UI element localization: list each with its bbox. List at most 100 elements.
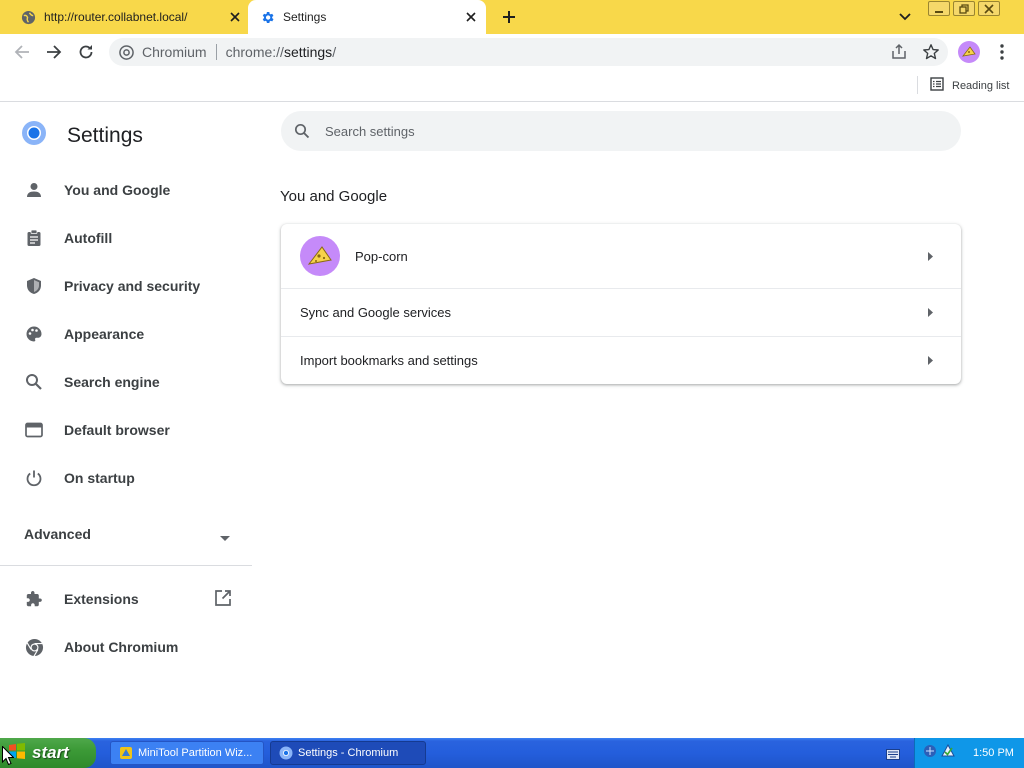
arrow-right-icon (925, 308, 935, 318)
site-label: Chromium (142, 44, 207, 60)
minitool-icon (119, 746, 133, 760)
sidebar-item-autofill[interactable]: Autofill (0, 214, 252, 262)
sidebar-item-you-and-google[interactable]: You and Google (0, 166, 252, 214)
arrow-right-icon (925, 356, 935, 366)
chromium-logo-icon (21, 120, 47, 151)
taskbar-item-label: Settings - Chromium (298, 747, 399, 759)
bookmarks-separator (917, 76, 918, 94)
reading-list-button[interactable]: Reading list (930, 77, 1009, 94)
taskbar-item-chromium[interactable]: Settings - Chromium (270, 741, 426, 765)
security-alert-icon[interactable] (941, 743, 955, 763)
bookmark-star-icon[interactable] (922, 43, 940, 64)
chromium-icon (24, 637, 44, 657)
sidebar-item-privacy-and-security[interactable]: Privacy and security (0, 262, 252, 310)
browser-icon (24, 420, 44, 440)
keyboard-icon[interactable] (886, 747, 900, 765)
taskbar: start MiniTool Partition Wiz... Settings… (0, 738, 1024, 768)
close-tab-icon[interactable] (226, 8, 244, 26)
settings-brand: Settings (21, 120, 143, 151)
palette-icon (24, 324, 44, 344)
you-and-google-card: Pop-corn Sync and Google services Import… (281, 224, 961, 384)
window-controls (928, 1, 1000, 16)
import-row[interactable]: Import bookmarks and settings (281, 336, 961, 384)
tab-title: Settings (283, 10, 327, 24)
tab-title: http://router.collabnet.local/ (44, 10, 188, 24)
open-in-new-icon (214, 589, 232, 610)
sidebar-item-label: Privacy and security (64, 278, 201, 294)
sidebar-item-label: Appearance (64, 326, 145, 342)
browser-toolbar: Chromium chrome://settings/ (0, 34, 1024, 70)
chromium-icon (279, 746, 293, 760)
profile-row[interactable]: Pop-corn (281, 224, 961, 288)
kebab-menu-icon[interactable] (994, 42, 1010, 62)
network-icon[interactable] (923, 744, 937, 763)
start-label: start (32, 743, 69, 762)
sidebar-item-search-engine[interactable]: Search engine (0, 358, 252, 406)
sync-label: Sync and Google services (300, 305, 452, 320)
shield-icon (24, 276, 44, 296)
chromium-icon (119, 44, 135, 60)
sidebar-item-on-startup[interactable]: On startup (0, 454, 252, 502)
clipboard-icon (24, 228, 44, 248)
new-tab-icon[interactable] (498, 6, 520, 28)
search-settings-box (281, 111, 961, 151)
bookmarks-bar: Reading list (0, 70, 1024, 102)
power-icon (24, 468, 44, 488)
chevron-down-icon[interactable] (896, 8, 914, 26)
sidebar-item-default-browser[interactable]: Default browser (0, 406, 252, 454)
close-tab-icon[interactable] (462, 8, 480, 26)
profile-name: Pop-corn (355, 248, 408, 264)
omnibox-separator (215, 44, 217, 60)
reload-icon[interactable] (74, 40, 98, 64)
tab-router[interactable]: http://router.collabnet.local/ (0, 0, 248, 34)
address-bar[interactable]: Chromium chrome://settings/ (109, 38, 948, 66)
sidebar-item-label: Search engine (64, 374, 160, 390)
sidebar-advanced-toggle[interactable]: Advanced (0, 510, 252, 558)
sidebar-divider (0, 565, 252, 566)
url-path: / (332, 44, 337, 60)
minimize-icon[interactable] (928, 1, 950, 16)
reading-list-label: Reading list (952, 79, 1010, 92)
start-button[interactable]: start (0, 738, 96, 768)
url-scheme: chrome:// (225, 44, 284, 60)
sidebar-item-label: Autofill (64, 230, 113, 246)
search-icon (24, 372, 44, 392)
taskbar-item-minitool[interactable]: MiniTool Partition Wiz... (110, 741, 264, 765)
sidebar-item-about-chromium[interactable]: About Chromium (0, 623, 252, 671)
section-title: You and Google (280, 188, 388, 205)
tab-strip: http://router.collabnet.local/ Settings (0, 0, 1024, 34)
taskbar-item-label: MiniTool Partition Wiz... (138, 747, 253, 759)
import-label: Import bookmarks and settings (300, 353, 478, 368)
page-title: Settings (67, 123, 143, 147)
close-window-icon[interactable] (978, 1, 1000, 16)
advanced-label: Advanced (24, 526, 91, 542)
sidebar-item-label: About Chromium (64, 639, 179, 655)
avatar (300, 236, 340, 276)
sidebar-item-label: On startup (64, 470, 135, 486)
arrow-right-icon (925, 251, 935, 261)
gear-icon (259, 9, 275, 25)
sidebar-item-appearance[interactable]: Appearance (0, 310, 252, 358)
sidebar-item-label: Default browser (64, 422, 170, 438)
caret-down-icon (220, 529, 230, 545)
person-icon (24, 180, 44, 200)
back-arrow-icon[interactable] (10, 40, 34, 64)
sidebar-item-extensions[interactable]: Extensions (0, 575, 252, 623)
search-icon (294, 122, 312, 140)
system-tray: 1:50 PM (914, 738, 1024, 768)
tab-settings[interactable]: Settings (248, 0, 486, 34)
search-input[interactable] (325, 123, 885, 139)
mouse-cursor-icon (2, 745, 15, 768)
url-host: settings (283, 44, 333, 60)
forward-arrow-icon[interactable] (42, 40, 66, 64)
profile-avatar-button[interactable] (958, 41, 980, 63)
clock[interactable]: 1:50 PM (973, 747, 1014, 759)
settings-sidebar: Settings You and Google Autofill Privacy… (0, 103, 252, 738)
sidebar-item-label: Extensions (64, 591, 139, 607)
share-icon[interactable] (890, 43, 908, 64)
restore-icon[interactable] (953, 1, 975, 16)
omnibox-actions (890, 43, 940, 64)
url-text: chrome://settings/ (226, 44, 337, 60)
puzzle-icon (24, 589, 44, 609)
sync-row[interactable]: Sync and Google services (281, 288, 961, 336)
